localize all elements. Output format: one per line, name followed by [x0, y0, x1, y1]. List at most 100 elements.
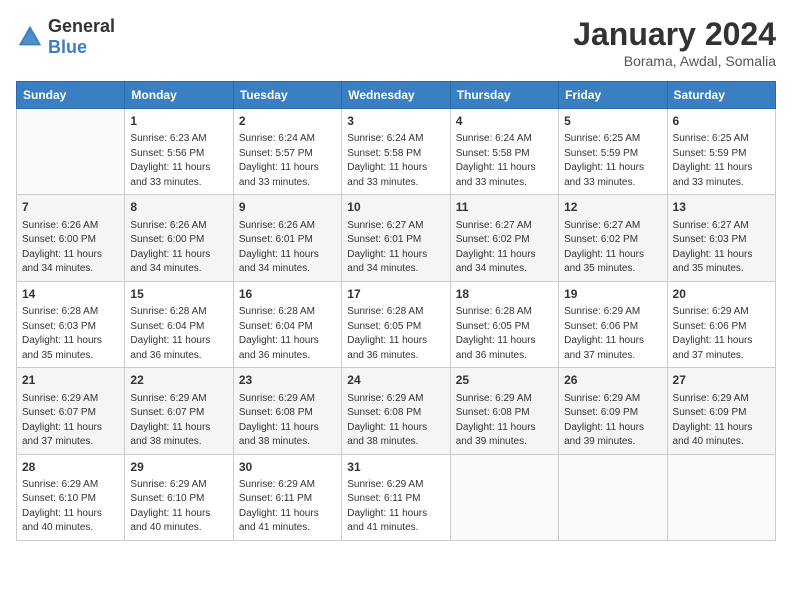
day-number: 29	[130, 459, 227, 476]
logo-blue: Blue	[48, 37, 87, 57]
day-number: 27	[673, 372, 770, 389]
calendar-cell: 15Sunrise: 6:28 AMSunset: 6:04 PMDayligh…	[125, 281, 233, 367]
col-saturday: Saturday	[667, 82, 775, 109]
day-info: Sunrise: 6:27 AMSunset: 6:02 PMDaylight:…	[456, 219, 553, 277]
day-number: 22	[130, 372, 227, 389]
calendar-cell: 20Sunrise: 6:29 AMSunset: 6:06 PMDayligh…	[667, 281, 775, 367]
header-row: Sunday Monday Tuesday Wednesday Thursday…	[17, 82, 776, 109]
logo-general: General	[48, 16, 115, 36]
col-thursday: Thursday	[450, 82, 558, 109]
day-number: 28	[22, 459, 119, 476]
day-info: Sunrise: 6:29 AMSunset: 6:06 PMDaylight:…	[673, 305, 770, 363]
day-info: Sunrise: 6:29 AMSunset: 6:08 PMDaylight:…	[456, 392, 553, 450]
month-year-title: January 2024	[573, 16, 776, 53]
col-monday: Monday	[125, 82, 233, 109]
day-info: Sunrise: 6:24 AMSunset: 5:58 PMDaylight:…	[347, 132, 444, 190]
calendar-cell	[559, 454, 667, 540]
calendar-cell: 26Sunrise: 6:29 AMSunset: 6:09 PMDayligh…	[559, 368, 667, 454]
calendar-cell: 17Sunrise: 6:28 AMSunset: 6:05 PMDayligh…	[342, 281, 450, 367]
day-info: Sunrise: 6:29 AMSunset: 6:08 PMDaylight:…	[347, 392, 444, 450]
calendar-cell: 27 Sunrise: 6:29 AMSunset: 6:09 PMDayligh…	[667, 368, 775, 454]
day-info: Sunrise: 6:24 AMSunset: 5:57 PMDaylight:…	[239, 132, 336, 190]
calendar-week-1: 1 Sunrise: 6:23 AMSunset: 5:56 PMDaylight…	[17, 109, 776, 195]
calendar-cell: 30 Sunrise: 6:29 AMSunset: 6:11 PMDayligh…	[233, 454, 341, 540]
day-number: 2	[239, 113, 336, 130]
day-info: Sunrise: 6:28 AMSunset: 6:04 PMDaylight:…	[239, 305, 336, 363]
day-info: Sunrise: 6:28 AMSunset: 6:05 PMDaylight:…	[456, 305, 553, 363]
day-info: Sunrise: 6:27 AMSunset: 6:01 PMDaylight:…	[347, 219, 444, 277]
calendar-cell: 14 Sunrise: 6:28 AMSunset: 6:03 PMDayligh…	[17, 281, 125, 367]
calendar-cell: 1 Sunrise: 6:23 AMSunset: 5:56 PMDaylight…	[125, 109, 233, 195]
calendar-week-2: 7 Sunrise: 6:26 AMSunset: 6:00 PMDaylight…	[17, 195, 776, 281]
page-header: General Blue January 2024 Borama, Awdal,…	[16, 16, 776, 69]
calendar-cell: 12 Sunrise: 6:27 AMSunset: 6:02 PMDayligh…	[559, 195, 667, 281]
calendar-cell: 3Sunrise: 6:24 AMSunset: 5:58 PMDaylight…	[342, 109, 450, 195]
calendar-cell: 19 Sunrise: 6:29 AMSunset: 6:06 PMDayligh…	[559, 281, 667, 367]
day-info: Sunrise: 6:23 AMSunset: 5:56 PMDaylight:…	[130, 132, 227, 190]
logo: General Blue	[16, 16, 115, 58]
day-number: 24	[347, 372, 444, 389]
calendar-body: 1 Sunrise: 6:23 AMSunset: 5:56 PMDaylight…	[17, 109, 776, 541]
calendar-cell: 21Sunrise: 6:29 AMSunset: 6:07 PMDayligh…	[17, 368, 125, 454]
day-number: 14	[22, 286, 119, 303]
day-info: Sunrise: 6:26 AMSunset: 6:00 PMDaylight:…	[130, 219, 227, 277]
day-info: Sunrise: 6:24 AMSunset: 5:58 PMDaylight:…	[456, 132, 553, 190]
col-friday: Friday	[559, 82, 667, 109]
calendar-cell: 22 Sunrise: 6:29 AMSunset: 6:07 PMDayligh…	[125, 368, 233, 454]
day-info: Sunrise: 6:29 AMSunset: 6:09 PMDaylight:…	[673, 392, 770, 450]
logo-icon	[16, 23, 44, 51]
day-number: 9	[239, 199, 336, 216]
day-number: 19	[564, 286, 661, 303]
day-info: Sunrise: 6:26 AMSunset: 6:01 PMDaylight:…	[239, 219, 336, 277]
calendar-week-4: 21Sunrise: 6:29 AMSunset: 6:07 PMDayligh…	[17, 368, 776, 454]
calendar-cell: 11 Sunrise: 6:27 AMSunset: 6:02 PMDayligh…	[450, 195, 558, 281]
logo-text: General Blue	[48, 16, 115, 58]
calendar-table: Sunday Monday Tuesday Wednesday Thursday…	[16, 81, 776, 541]
day-info: Sunrise: 6:29 AMSunset: 6:07 PMDaylight:…	[22, 392, 119, 450]
day-number: 12	[564, 199, 661, 216]
calendar-cell: 25 Sunrise: 6:29 AMSunset: 6:08 PMDayligh…	[450, 368, 558, 454]
col-tuesday: Tuesday	[233, 82, 341, 109]
day-number: 31	[347, 459, 444, 476]
day-info: Sunrise: 6:29 AMSunset: 6:11 PMDaylight:…	[239, 478, 336, 536]
calendar-cell: 13 Sunrise: 6:27 AMSunset: 6:03 PMDayligh…	[667, 195, 775, 281]
calendar-cell: 2 Sunrise: 6:24 AMSunset: 5:57 PMDaylight…	[233, 109, 341, 195]
calendar-cell: 28 Sunrise: 6:29 AMSunset: 6:10 PMDayligh…	[17, 454, 125, 540]
day-info: Sunrise: 6:26 AMSunset: 6:00 PMDaylight:…	[22, 219, 119, 277]
day-info: Sunrise: 6:25 AMSunset: 5:59 PMDaylight:…	[564, 132, 661, 190]
calendar-cell: 29Sunrise: 6:29 AMSunset: 6:10 PMDayligh…	[125, 454, 233, 540]
calendar-cell: 8 Sunrise: 6:26 AMSunset: 6:00 PMDaylight…	[125, 195, 233, 281]
day-info: Sunrise: 6:29 AMSunset: 6:11 PMDaylight:…	[347, 478, 444, 536]
calendar-cell	[17, 109, 125, 195]
day-number: 5	[564, 113, 661, 130]
calendar-week-3: 14 Sunrise: 6:28 AMSunset: 6:03 PMDayligh…	[17, 281, 776, 367]
day-info: Sunrise: 6:27 AMSunset: 6:03 PMDaylight:…	[673, 219, 770, 277]
day-info: Sunrise: 6:29 AMSunset: 6:08 PMDaylight:…	[239, 392, 336, 450]
day-number: 7	[22, 199, 119, 216]
day-number: 13	[673, 199, 770, 216]
day-number: 30	[239, 459, 336, 476]
day-info: Sunrise: 6:27 AMSunset: 6:02 PMDaylight:…	[564, 219, 661, 277]
day-number: 1	[130, 113, 227, 130]
day-info: Sunrise: 6:25 AMSunset: 5:59 PMDaylight:…	[673, 132, 770, 190]
calendar-cell: 4Sunrise: 6:24 AMSunset: 5:58 PMDaylight…	[450, 109, 558, 195]
calendar-header: Sunday Monday Tuesday Wednesday Thursday…	[17, 82, 776, 109]
calendar-cell: 31 Sunrise: 6:29 AMSunset: 6:11 PMDayligh…	[342, 454, 450, 540]
day-number: 25	[456, 372, 553, 389]
day-info: Sunrise: 6:29 AMSunset: 6:06 PMDaylight:…	[564, 305, 661, 363]
day-number: 18	[456, 286, 553, 303]
calendar-cell: 10Sunrise: 6:27 AMSunset: 6:01 PMDayligh…	[342, 195, 450, 281]
calendar-cell: 6Sunrise: 6:25 AMSunset: 5:59 PMDaylight…	[667, 109, 775, 195]
day-number: 23	[239, 372, 336, 389]
day-number: 11	[456, 199, 553, 216]
day-number: 15	[130, 286, 227, 303]
day-number: 8	[130, 199, 227, 216]
calendar-cell: 16Sunrise: 6:28 AMSunset: 6:04 PMDayligh…	[233, 281, 341, 367]
day-info: Sunrise: 6:29 AMSunset: 6:10 PMDaylight:…	[22, 478, 119, 536]
calendar-cell: 5 Sunrise: 6:25 AMSunset: 5:59 PMDaylight…	[559, 109, 667, 195]
calendar-cell: 7 Sunrise: 6:26 AMSunset: 6:00 PMDaylight…	[17, 195, 125, 281]
col-wednesday: Wednesday	[342, 82, 450, 109]
day-info: Sunrise: 6:29 AMSunset: 6:07 PMDaylight:…	[130, 392, 227, 450]
day-info: Sunrise: 6:28 AMSunset: 6:03 PMDaylight:…	[22, 305, 119, 363]
day-info: Sunrise: 6:29 AMSunset: 6:09 PMDaylight:…	[564, 392, 661, 450]
